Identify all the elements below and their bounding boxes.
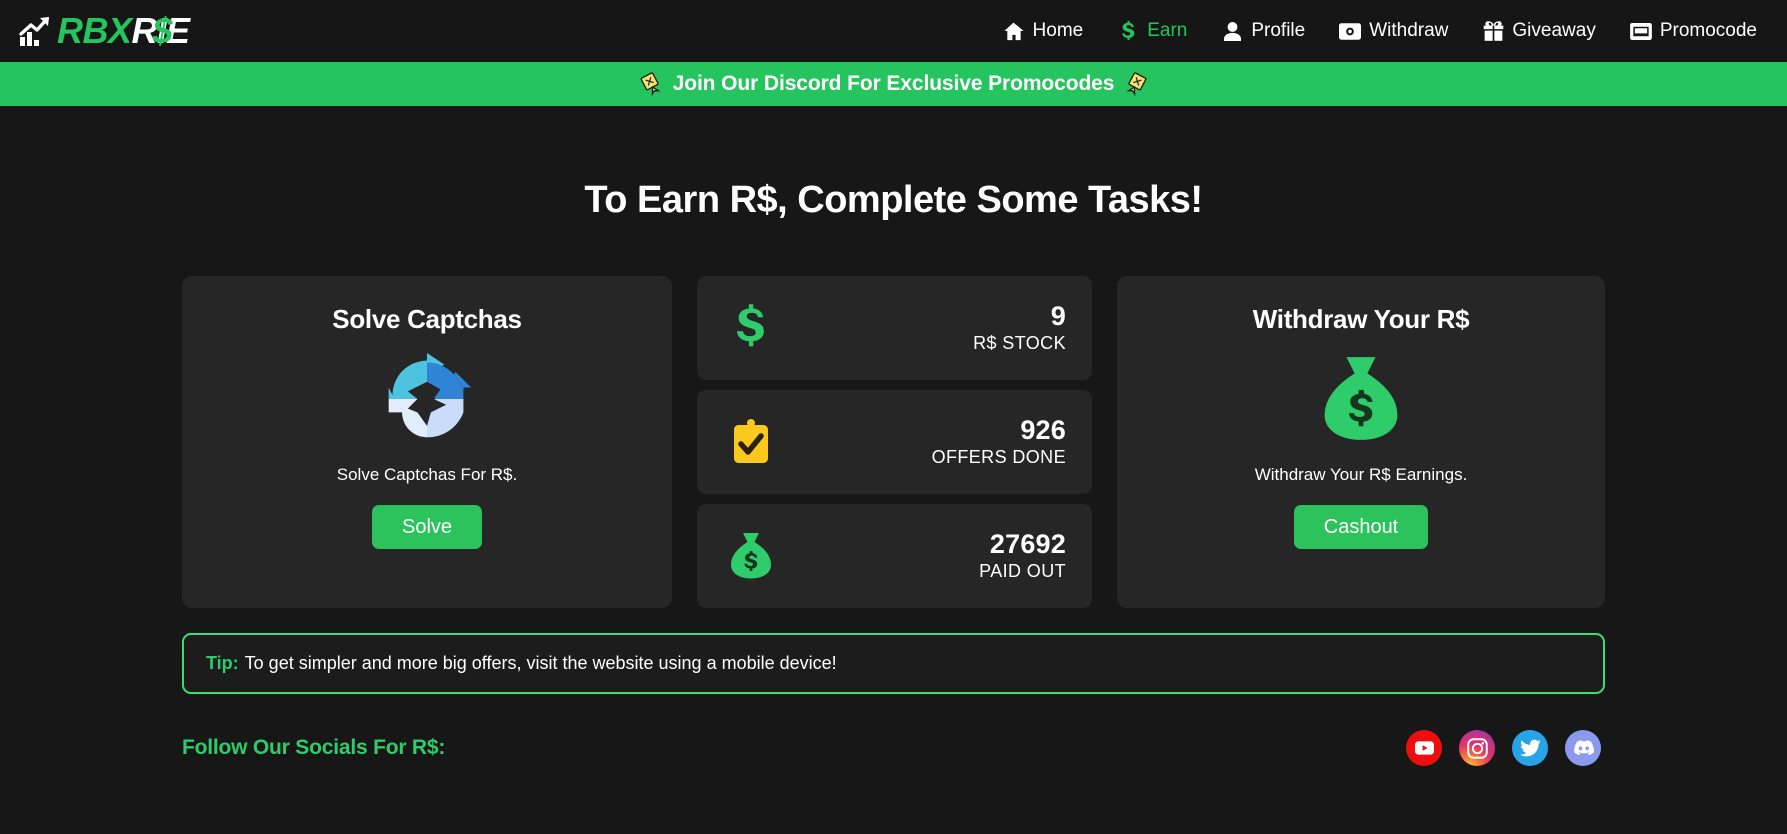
- stat-label-rs-stock: R$ STOCK: [973, 332, 1066, 353]
- brand-logo[interactable]: RBXRI$E: [18, 13, 190, 49]
- stat-label-paid-out: PAID OUT: [979, 560, 1066, 581]
- nav-label-home: Home: [1032, 20, 1084, 41]
- nav-item-home[interactable]: Home: [1003, 20, 1084, 42]
- dollar-sign-icon: [727, 302, 775, 354]
- cashout-button[interactable]: Cashout: [1293, 505, 1429, 549]
- nav-item-giveaway[interactable]: Giveaway: [1482, 20, 1596, 42]
- solve-captchas-title: Solve Captchas: [332, 304, 522, 334]
- nav-item-promocode[interactable]: Promocode: [1629, 20, 1757, 42]
- withdraw-card: Withdraw Your R$ Withdraw Your R$ Earnin…: [1117, 276, 1605, 608]
- social-links: [1406, 730, 1605, 766]
- nav-label-giveaway: Giveaway: [1512, 20, 1596, 41]
- stats-column: 9 R$ STOCK 926 OFFERS DONE 27692 PAID OU…: [697, 276, 1092, 608]
- social-link-twitter[interactable]: [1512, 730, 1548, 766]
- tip-banner: Tip: To get simpler and more big offers,…: [182, 633, 1605, 694]
- stat-card-paid-out: 27692 PAID OUT: [697, 504, 1092, 608]
- discord-promo-banner[interactable]: Join Our Discord For Exclusive Promocode…: [0, 62, 1787, 106]
- youtube-icon: [1414, 741, 1434, 755]
- money-bag-icon: [1321, 351, 1401, 447]
- stat-value-offers-done: 926: [1020, 414, 1066, 445]
- discord-icon: [1573, 740, 1594, 756]
- confetti-icon: [1124, 72, 1148, 96]
- tip-text: To get simpler and more big offers, visi…: [244, 653, 837, 673]
- social-link-instagram[interactable]: [1459, 730, 1495, 766]
- withdraw-card-description: Withdraw Your R$ Earnings.: [1254, 465, 1468, 484]
- home-icon: [1003, 21, 1025, 41]
- solve-button[interactable]: Solve: [371, 505, 483, 549]
- solve-captchas-description: Solve Captchas For R$.: [336, 465, 518, 484]
- brand-text-rbx: RBX: [57, 10, 132, 51]
- withdraw-card-title: Withdraw Your R$: [1252, 304, 1470, 334]
- money-bag-icon: [727, 530, 775, 582]
- main-navigation: Home Earn Profile Withdraw Giveaway Prom…: [1003, 20, 1765, 42]
- solve-captchas-card: Solve Captchas Solve Captchas For R$. So…: [182, 276, 672, 608]
- twitter-icon: [1519, 739, 1541, 757]
- stat-card-offers-done: 926 OFFERS DONE: [697, 390, 1092, 494]
- user-icon: [1221, 21, 1243, 41]
- nav-item-withdraw[interactable]: Withdraw: [1339, 20, 1448, 42]
- refresh-arrows-icon: [379, 351, 475, 447]
- promo-banner-text: Join Our Discord For Exclusive Promocode…: [672, 72, 1115, 95]
- nav-label-withdraw: Withdraw: [1369, 20, 1449, 41]
- social-link-discord[interactable]: [1565, 730, 1601, 766]
- chart-arrow-up-icon: [18, 14, 54, 48]
- stat-label-offers-done: OFFERS DONE: [931, 446, 1066, 467]
- dollar-icon: [1117, 20, 1139, 41]
- social-link-youtube[interactable]: [1406, 730, 1442, 766]
- stat-card-rs-stock: 9 R$ STOCK: [697, 276, 1092, 380]
- brand-dollar-icon: $: [152, 10, 173, 51]
- stat-value-paid-out: 27692: [989, 528, 1066, 559]
- socials-title: Follow Our Socials For R$:: [182, 736, 446, 759]
- nav-label-earn: Earn: [1147, 20, 1188, 41]
- instagram-icon: [1466, 737, 1488, 759]
- clipboard-check-icon: [727, 416, 775, 468]
- nav-item-profile[interactable]: Profile: [1221, 20, 1305, 42]
- stat-value-rs-stock: 9: [1050, 300, 1066, 331]
- tip-label: Tip:: [206, 653, 239, 673]
- cards-row: Solve Captchas Solve Captchas For R$. So…: [182, 276, 1605, 608]
- main-content: To Earn R$, Complete Some Tasks! Solve C…: [0, 106, 1787, 766]
- page-title: To Earn R$, Complete Some Tasks!: [584, 179, 1203, 221]
- site-header: RBXRI$E Home Earn Profile Withdraw Givea…: [0, 0, 1787, 62]
- footer: Follow Our Socials For R$:: [182, 730, 1605, 766]
- gift-icon: [1482, 21, 1504, 41]
- ticket-icon: [1629, 21, 1652, 41]
- confetti-icon: [639, 72, 663, 96]
- nav-label-profile: Profile: [1251, 20, 1306, 41]
- nav-item-earn[interactable]: Earn: [1117, 20, 1187, 42]
- money-bill-icon: [1339, 21, 1362, 41]
- nav-label-promocode: Promocode: [1659, 20, 1757, 41]
